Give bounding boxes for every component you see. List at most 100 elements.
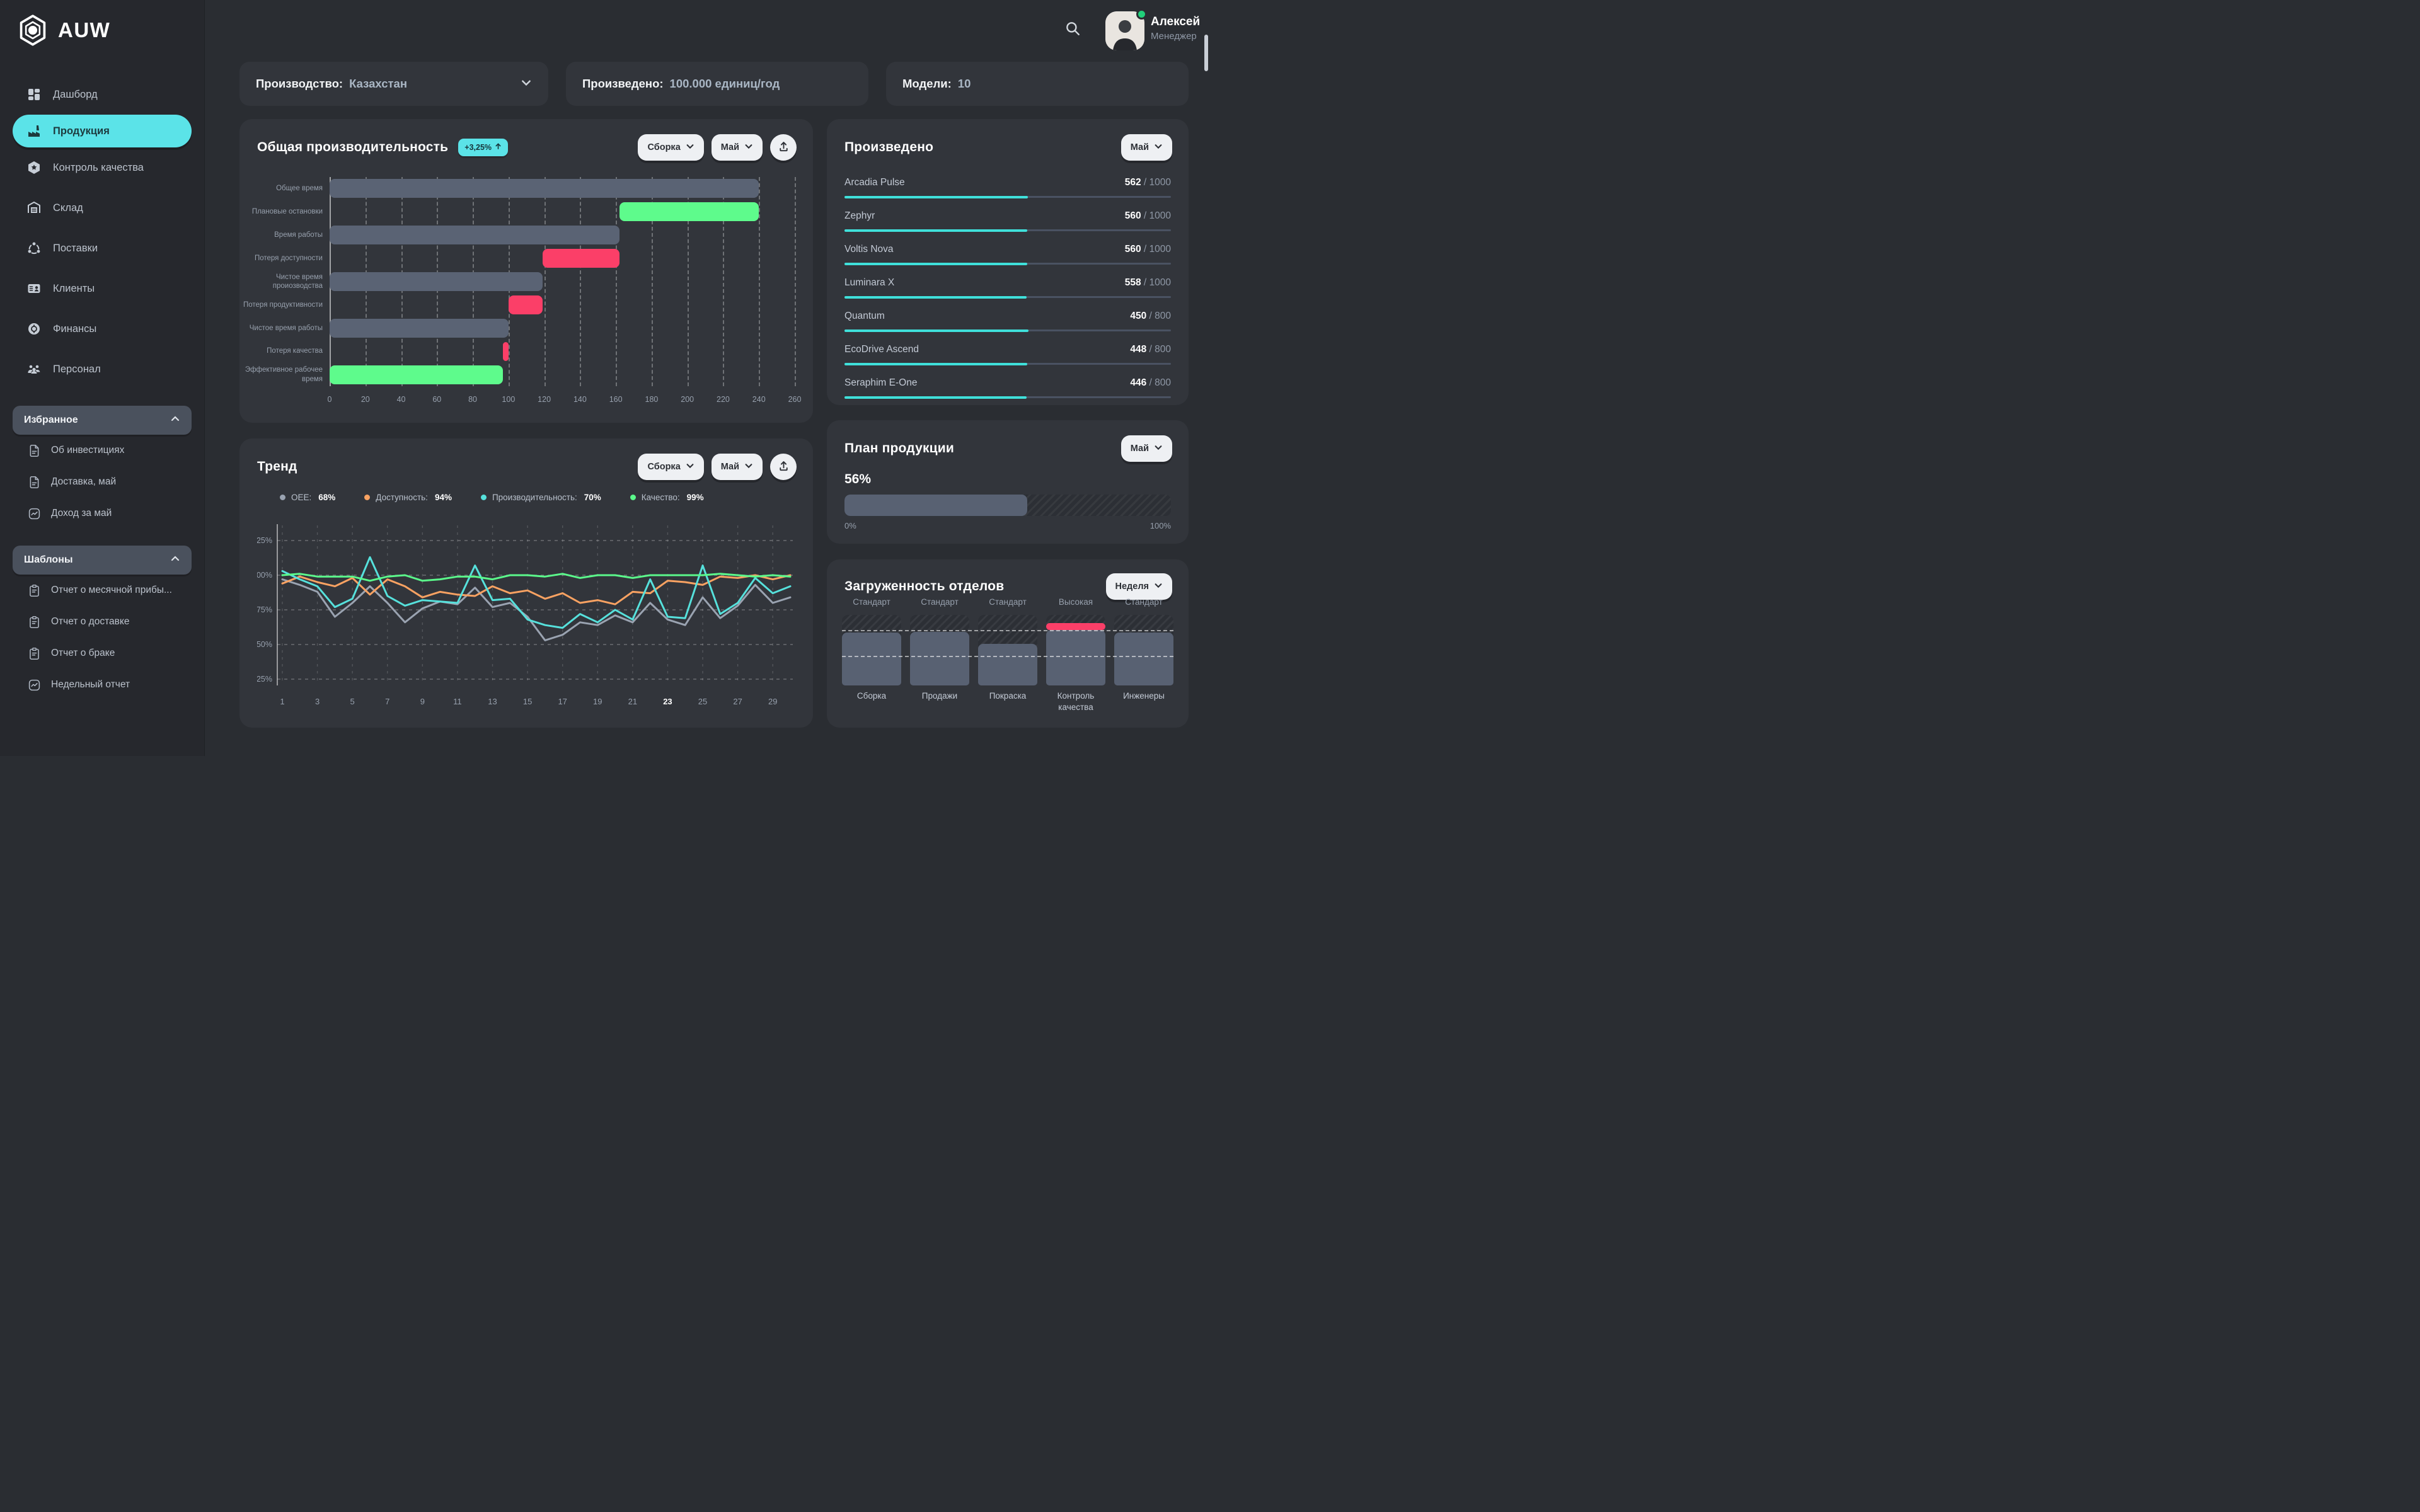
axis-tick: 120 (538, 395, 551, 404)
axis-tick: 80 (468, 395, 477, 404)
produced-model-value: 562 / 1000 (1125, 177, 1171, 188)
quality-icon (26, 160, 42, 175)
trend-chart: 125%100%75%50%25%13579111315171921232527… (257, 515, 797, 719)
factory-icon (26, 123, 42, 139)
page-scrollbar[interactable] (1204, 35, 1208, 71)
waterfall-row-label: Общее время (239, 177, 323, 200)
warehouse-icon (26, 200, 42, 215)
sidebar-item-dashboard[interactable]: Дашборд (0, 74, 204, 115)
gridline (580, 177, 581, 386)
produced-item: Quantum450 / 800 (844, 303, 1171, 336)
axis-tick: 160 (609, 395, 623, 404)
brand: AUW (0, 0, 204, 47)
produced-item-row: Quantum450 / 800 (844, 311, 1171, 322)
axis-tick: 20 (361, 395, 370, 404)
overload-segment (1046, 623, 1105, 629)
sidebar: AUW Дашборд ПродукцияКонтроль качестваСкл… (0, 0, 205, 756)
produced-item: EcoDrive Ascend448 / 800 (844, 336, 1171, 370)
sidebar-item-delivery-may[interactable]: Доставка, май (13, 466, 192, 498)
produced-model-total: / 800 (1146, 377, 1171, 388)
sidebar-item-clients[interactable]: Клиенты (0, 268, 204, 309)
sidebar-item-label: Отчет о браке (51, 648, 115, 659)
produced-panel-title: Произведено (844, 140, 933, 155)
svg-text:25: 25 (698, 697, 707, 706)
auw-logo-icon (16, 14, 49, 47)
produced-model-name: Arcadia Pulse (844, 177, 905, 188)
produced-item-row: EcoDrive Ascend448 / 800 (844, 344, 1171, 355)
trend-line-dropdown-value: Сборка (647, 462, 680, 472)
chart-icon (28, 679, 41, 692)
produced-item: Voltis Nova560 / 1000 (844, 236, 1171, 270)
waterfall-bar (330, 272, 543, 291)
department-column (1114, 615, 1173, 685)
user-role: Менеджер (1151, 31, 1211, 42)
user-block[interactable]: Алексей Менеджер (1151, 15, 1211, 42)
legend-item: OEE:68% (280, 493, 335, 502)
produced-item: Arcadia Pulse 562 / 1000 (844, 169, 1171, 203)
chevron-down-icon (521, 77, 532, 91)
filter-value: Казахстан (349, 77, 407, 91)
waterfall-row-label: Плановые остановки (239, 200, 323, 224)
axis-tick: 140 (573, 395, 587, 404)
export-icon (778, 460, 790, 474)
departments-period-dropdown[interactable]: Неделя (1106, 573, 1172, 600)
sidebar-item-label: Доход за май (51, 508, 112, 519)
sidebar-item-monthly-profit-report[interactable]: Отчет о месячной прибы... (13, 575, 192, 606)
sidebar-item-supply[interactable]: Поставки (0, 228, 204, 268)
search-button[interactable] (1061, 18, 1084, 40)
sidebar-item-weekly-report[interactable]: Недельный отчет (13, 669, 192, 701)
sidebar-item-quality[interactable]: Контроль качества (0, 147, 204, 188)
trend-panel: Тренд Сборка Май (239, 438, 813, 728)
sidebar-item-investments[interactable]: Об инвестициях (13, 435, 192, 466)
chevron-up-icon (170, 414, 180, 427)
sidebar-item-delivery-report[interactable]: Отчет о доставке (13, 606, 192, 638)
produced-item-row: Zephyr560 / 1000 (844, 210, 1171, 222)
sidebar-section-header-templates[interactable]: Шаблоны (13, 546, 192, 575)
filter-models: Модели:10 (886, 62, 1189, 106)
trend-line-dropdown[interactable]: Сборка (638, 454, 703, 480)
finance-icon (26, 321, 42, 336)
department-name-label: Сборка (842, 690, 901, 713)
department-load-fill (842, 633, 901, 685)
sidebar-item-label: Дашборд (53, 89, 98, 101)
produced-model-value: 560 / 1000 (1125, 210, 1171, 222)
produced-list: Arcadia Pulse 562 / 1000 Zephyr560 / 1000 V… (844, 169, 1171, 403)
trend-month-dropdown[interactable]: Май (712, 454, 763, 480)
produced-model-name: Voltis Nova (844, 244, 894, 255)
plan-month-dropdown[interactable]: Май (1121, 435, 1172, 462)
trend-export-button[interactable] (770, 454, 797, 480)
capacity-guide-line (842, 656, 1173, 657)
brand-name: AUW (58, 18, 110, 42)
sidebar-section-header-favorites[interactable]: Избранное (13, 406, 192, 435)
sidebar-item-label: Персонал (53, 364, 101, 375)
sidebar-item-warehouse[interactable]: Склад (0, 188, 204, 228)
oee-waterfall-chart: Общее времяПлановые остановкиВремя работ… (239, 119, 813, 423)
avatar[interactable] (1105, 11, 1144, 50)
produced-item-row: Seraphim E-One446 / 800 (844, 377, 1171, 389)
sidebar-item-label: Доставка, май (51, 476, 116, 488)
chevron-down-icon (744, 461, 753, 472)
svg-text:27: 27 (733, 697, 742, 706)
waterfall-bar (619, 202, 759, 221)
gridline (795, 177, 796, 386)
legend-value: 94% (435, 493, 452, 502)
axis-tick: 60 (432, 395, 441, 404)
sidebar-item-products[interactable]: Продукция (13, 115, 192, 147)
sidebar-item-label: Отчет о доставке (51, 616, 129, 627)
waterfall-bar (509, 295, 543, 314)
sidebar-section-title: Избранное (24, 415, 78, 426)
produced-month-dropdown[interactable]: Май (1121, 134, 1172, 161)
svg-text:7: 7 (385, 697, 389, 706)
sidebar-item-staff[interactable]: Персонал (0, 349, 204, 389)
trend-panel-title: Тренд (257, 459, 297, 474)
progress-track (844, 363, 1171, 365)
filter-production[interactable]: Производство:Казахстан (239, 62, 548, 106)
progress-fill (844, 229, 1027, 232)
sidebar-item-defect-report[interactable]: Отчет о браке (13, 638, 192, 669)
legend-label: Производительность: (492, 493, 577, 502)
clipboard-icon (28, 647, 41, 660)
department-names: СборкаПродажиПокраскаКонтроль качестваИн… (842, 690, 1173, 713)
legend-label: Качество: (642, 493, 680, 502)
sidebar-item-income-may[interactable]: Доход за май (13, 498, 192, 529)
sidebar-item-finance[interactable]: Финансы (0, 309, 204, 349)
